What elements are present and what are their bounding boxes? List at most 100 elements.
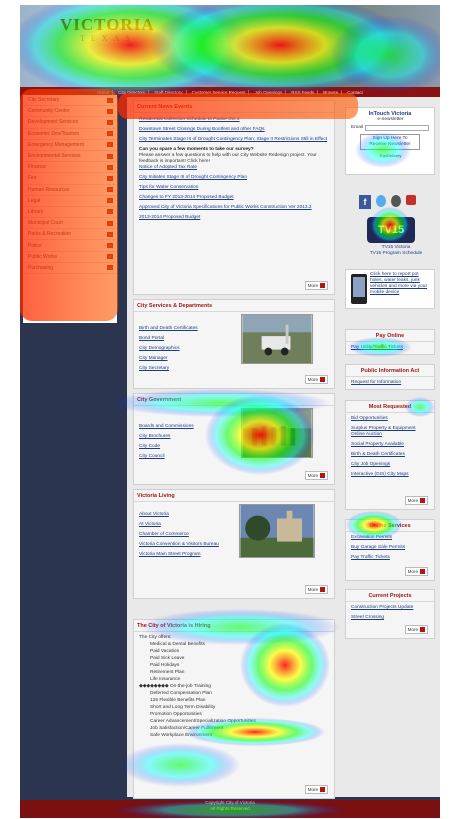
government-link[interactable]: City Brochures xyxy=(139,434,230,440)
nav-customer-service[interactable]: Customer Service Request xyxy=(189,89,250,95)
survey-text[interactable]: Please answer a few questions to help wi… xyxy=(139,153,330,165)
podcast-icon[interactable] xyxy=(391,195,401,207)
sidebar-item-community-center[interactable]: Community Center › xyxy=(23,106,117,118)
more-button[interactable]: More xyxy=(304,585,328,594)
living-link[interactable]: Victoria Main Street Program xyxy=(139,552,230,558)
arrow-icon: › xyxy=(107,142,113,148)
news-link[interactable]: Residential Collection Schedule to Pause… xyxy=(139,117,330,123)
news-link[interactable]: Changes to FY 2013-2014 Proposed Budget xyxy=(139,195,330,201)
service-link[interactable]: Birth and Death Certificates xyxy=(139,326,230,332)
nav-home[interactable]: Home xyxy=(94,89,114,95)
twitter-icon[interactable] xyxy=(376,195,386,207)
site-logo[interactable]: VICTORIA xyxy=(60,15,155,35)
government-link[interactable]: City Code xyxy=(139,444,230,450)
sidebar-item-finance[interactable]: Finance › xyxy=(23,162,117,174)
requested-link[interactable]: City Job Openings xyxy=(351,462,430,468)
pay-online-link[interactable]: Pay Utility/Traffic Tickets xyxy=(351,345,430,351)
sidebar-item-economic-dev[interactable]: Economic Dev/Tourism › xyxy=(23,129,117,140)
benefit-item: Promotion Opportunities xyxy=(150,712,202,717)
online-services-panel: Online Services Excavation Permits Buy G… xyxy=(345,519,435,581)
nav-contact[interactable]: Contact xyxy=(344,90,366,95)
more-button[interactable]: More xyxy=(304,471,328,480)
email-field[interactable] xyxy=(365,125,429,131)
more-button[interactable]: More xyxy=(404,567,428,576)
sidebar-item-municipal-court[interactable]: Municipal Court › xyxy=(23,218,117,230)
arrow-icon: › xyxy=(107,198,113,204)
most-requested-panel: Most Requested Bid Opportunities Surplus… xyxy=(345,400,435,510)
living-link[interactable]: Chamber of Commerce xyxy=(139,532,230,538)
online-service-link[interactable]: Excavation Permits xyxy=(351,535,430,541)
sidebar-item-police[interactable]: Police › xyxy=(23,240,117,252)
more-button[interactable]: More xyxy=(404,625,428,634)
service-link[interactable]: City Secretary xyxy=(139,366,230,372)
living-link[interactable]: About Victoria xyxy=(139,512,230,518)
arrow-icon xyxy=(320,787,325,792)
sidebar-item-fire[interactable]: Fire › xyxy=(23,173,117,185)
more-button[interactable]: More xyxy=(304,375,328,384)
tv15-logo[interactable]: TV15 xyxy=(367,217,415,243)
news-link[interactable]: City Terminates Stage III of Drought Con… xyxy=(139,137,330,143)
sidebar-item-city-secretary[interactable]: City Secretary › xyxy=(23,95,117,107)
online-service-link[interactable]: Pay Traffic Tickets xyxy=(351,555,430,561)
more-button[interactable]: More xyxy=(404,496,428,505)
sidebar-item-emergency-management[interactable]: Emergency Management › xyxy=(23,140,117,151)
hiring-title: The City of Victoria is Hiring xyxy=(134,620,334,632)
nav-city-directory[interactable]: City Directory xyxy=(115,89,150,95)
project-link[interactable]: Construction Projects Update xyxy=(351,605,430,611)
arrow-icon xyxy=(320,587,325,592)
sidebar-item-legal[interactable]: Legal › xyxy=(23,196,117,207)
arrow-icon: › xyxy=(107,231,113,237)
news-link[interactable]: Downtown Street Closings During Bootfest… xyxy=(139,127,330,133)
public-info-link[interactable]: Request for Information xyxy=(351,380,430,386)
benefit-item: Deferred Compensation Plan xyxy=(150,691,212,696)
arrow-icon: › xyxy=(107,220,113,226)
news-link[interactable]: 2013-2014 Proposed Budget xyxy=(139,215,330,221)
requested-link[interactable]: Bid Opportunities xyxy=(351,416,430,422)
main-content: Current News Events Residential Collecti… xyxy=(127,97,440,799)
nav-job-openings[interactable]: Job Openings xyxy=(251,89,287,95)
news-link[interactable]: City Initiates Stage III of Drought Cont… xyxy=(139,175,330,181)
sidebar-item-library[interactable]: Library › xyxy=(23,207,117,219)
youtube-icon[interactable] xyxy=(406,195,416,205)
benefit-item: Career Advancement/Specialization Opport… xyxy=(150,719,256,724)
nav-rss[interactable]: RSS Feeds xyxy=(288,89,319,95)
sidebar-item-environmental-services[interactable]: Environmental Services › xyxy=(23,151,117,163)
service-link[interactable]: City Demographics xyxy=(139,346,230,352)
rights-text: All Rights Reserved xyxy=(210,806,250,811)
public-works-photo xyxy=(241,314,313,364)
living-link[interactable]: Victoria Convention & Visitors Bureau xyxy=(139,542,230,548)
living-link[interactable]: At Victoria xyxy=(139,522,230,528)
city-government-panel: City Government Boards and Commissions C… xyxy=(133,393,335,485)
requested-link[interactable]: Birth & Death Certificates xyxy=(351,452,430,458)
sidebar-item-public-works[interactable]: Public Works › xyxy=(23,252,117,263)
more-button[interactable]: More xyxy=(304,785,328,794)
city-government-title: City Government xyxy=(134,394,334,406)
news-link[interactable]: Tips for Water Conservation xyxy=(139,185,330,191)
mobile-report-panel[interactable]: Click here to report pot holes, water le… xyxy=(345,269,435,309)
news-link[interactable]: Approved City of Victoria Specifications… xyxy=(139,205,330,211)
sidebar-item-parks-recreation[interactable]: Parks & Recreation › xyxy=(23,229,117,241)
tv15-schedule[interactable]: TV15 Program Schedule xyxy=(360,251,432,257)
news-link[interactable]: Notice of Adopted Tax Rate xyxy=(139,165,330,171)
requested-link[interactable]: Social Property Available xyxy=(351,442,430,448)
sidebar-item-purchasing[interactable]: Purchasing › xyxy=(23,263,117,274)
nav-staff-directory[interactable]: Staff Directory xyxy=(151,89,187,95)
requested-link[interactable]: Surplus Property & Equipment Online Auct… xyxy=(351,426,430,438)
department-sidebar: City Secretary › Community Center › Develo… xyxy=(23,95,117,323)
sidebar-item-development-services[interactable]: Development Services › xyxy=(23,117,117,129)
sidebar-item-human-resources[interactable]: Human Resources › xyxy=(23,185,117,196)
requested-link[interactable]: Interactive (GIS) City Maps xyxy=(351,472,430,478)
newsletter-signup-button[interactable]: Sign Up Here To Receive Newsletter xyxy=(360,134,420,150)
government-link[interactable]: City Council xyxy=(139,454,230,460)
service-link[interactable]: City Manager xyxy=(139,356,230,362)
facebook-icon[interactable]: f xyxy=(359,195,371,209)
project-link[interactable]: Street Crossing xyxy=(351,615,430,621)
online-service-link[interactable]: Buy Garage Sale Permits xyxy=(351,545,430,551)
benefit-item: Paid Vacation xyxy=(150,649,180,654)
nav-browse[interactable]: Browse xyxy=(320,89,343,95)
more-button[interactable]: More xyxy=(304,281,328,290)
city-council-photo xyxy=(241,408,313,458)
benefit-item: Safe Workplace Environment xyxy=(150,733,213,738)
service-link[interactable]: Bond Portal xyxy=(139,336,230,342)
government-link[interactable]: Boards and Commissions xyxy=(139,424,230,430)
